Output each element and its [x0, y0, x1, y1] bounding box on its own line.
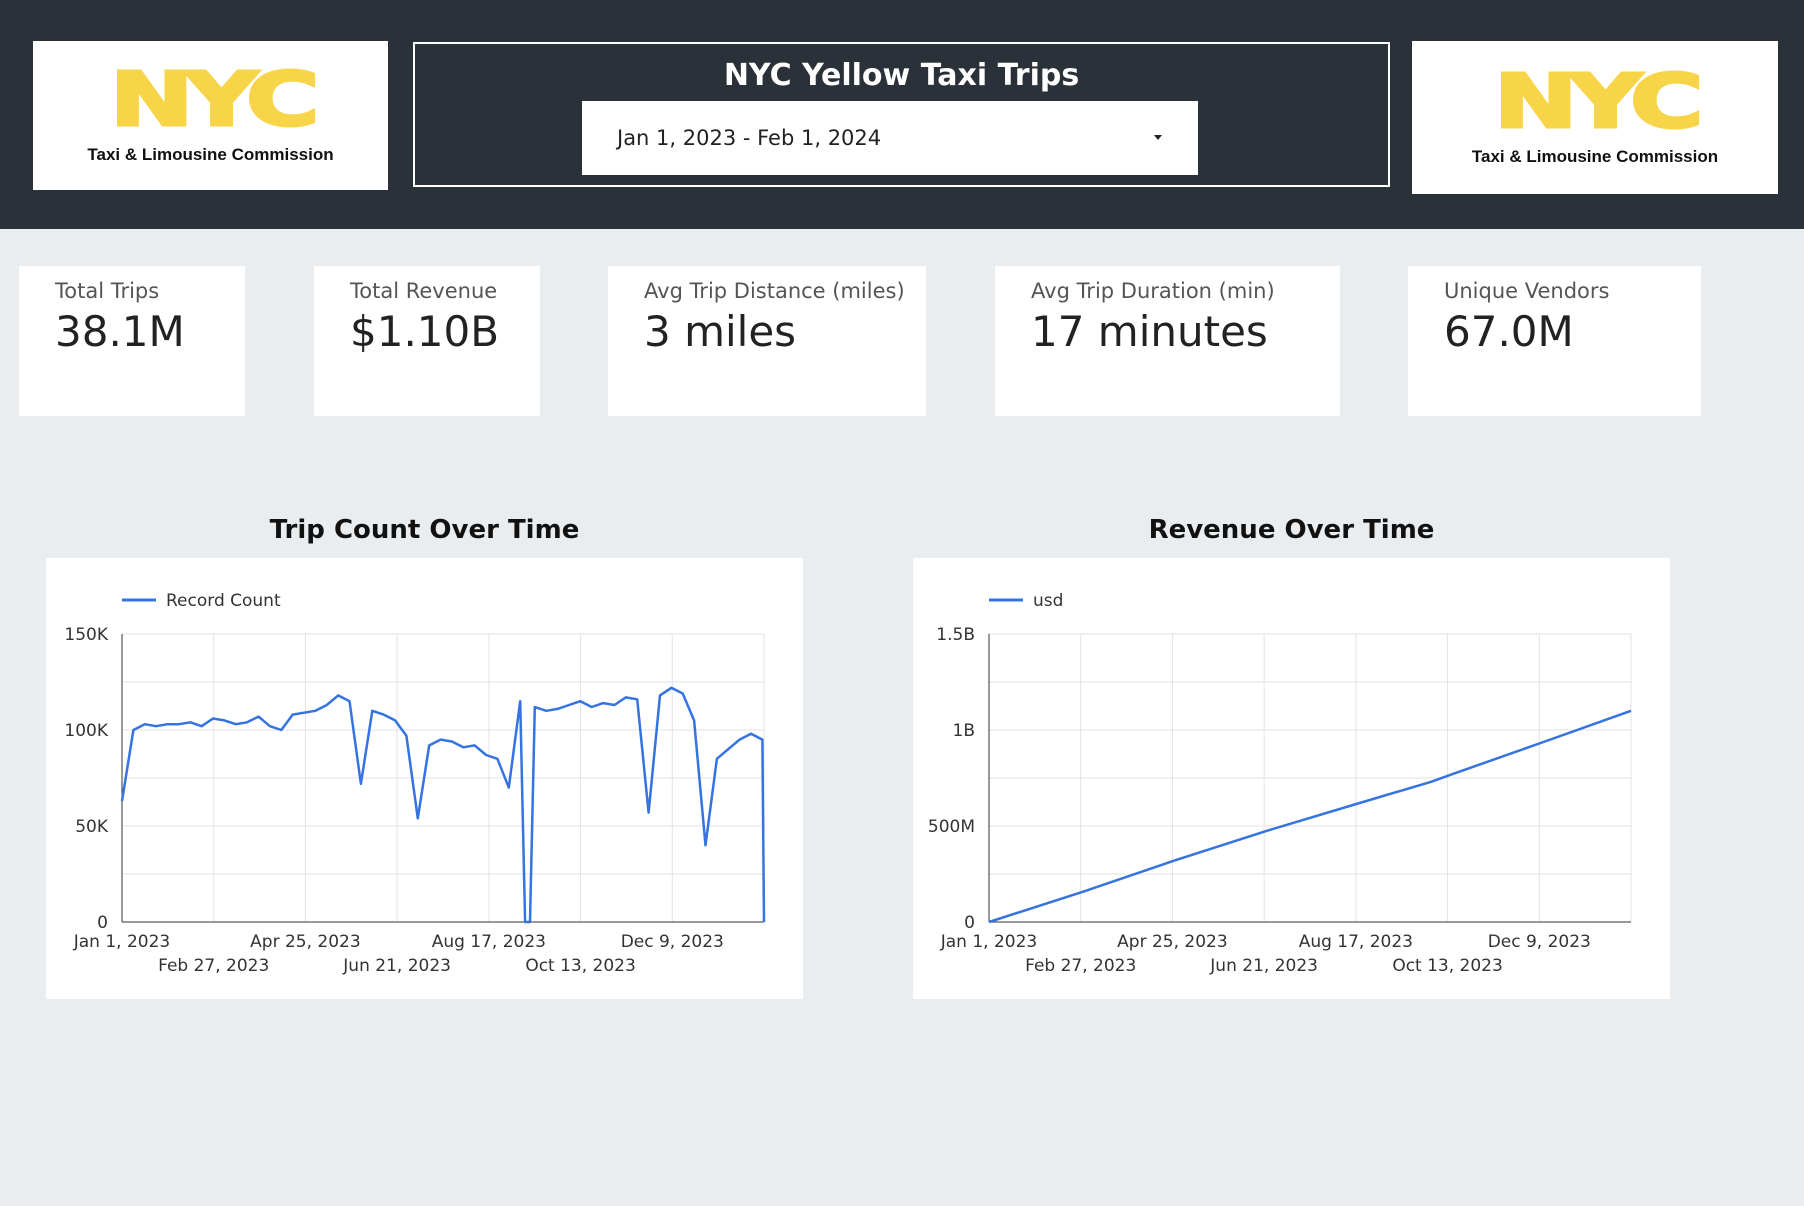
- y-tick-label: 100K: [64, 721, 108, 741]
- kpi-card-avg-trip-duration: Avg Trip Duration (min) 17 minutes: [995, 266, 1340, 416]
- revenue-chart-svg: 0 500M 1B 1.5B Jan 1, 2023 Apr 25, 2023 Aug 17…: [928, 591, 1632, 976]
- y-tick-label: 1.5B: [936, 625, 975, 645]
- tlc-logo-subtitle: Taxi & Limousine Commission: [87, 144, 334, 164]
- kpi-value: 38.1M: [55, 307, 185, 356]
- revenue-chart: 0 500M 1B 1.5B Jan 1, 2023 Apr 25, 2023 Aug 17…: [913, 558, 1670, 999]
- x-tick-label: Feb 27, 2023: [158, 956, 269, 976]
- x-tick-label: Jan 1, 2023: [73, 932, 171, 952]
- x-tick-label: Feb 27, 2023: [1025, 956, 1136, 976]
- date-range-value: Jan 1, 2023 - Feb 1, 2024: [617, 126, 882, 150]
- y-tick-label: 50K: [75, 817, 109, 837]
- x-tick-label: Jun 21, 2023: [342, 956, 451, 976]
- kpi-label: Unique Vendors: [1444, 279, 1610, 303]
- kpi-value: 17 minutes: [1031, 307, 1268, 356]
- y-tick-label: 0: [964, 913, 975, 933]
- series-line: [120, 686, 766, 924]
- x-tick-label: Dec 9, 2023: [1488, 932, 1591, 952]
- x-tick-label: Oct 13, 2023: [1392, 956, 1503, 976]
- legend-label: Record Count: [166, 591, 281, 611]
- x-tick-label: Aug 17, 2023: [432, 932, 546, 952]
- x-tick-label: Oct 13, 2023: [525, 956, 636, 976]
- dashboard-header: NYC Taxi & Limousine Commission NYC Yell…: [0, 0, 1804, 229]
- kpi-value: 3 miles: [644, 307, 797, 356]
- x-tick-label: Jun 21, 2023: [1209, 956, 1318, 976]
- kpi-label: Total Revenue: [350, 279, 498, 303]
- y-tick-label: 0: [97, 913, 108, 933]
- x-tick-label: Aug 17, 2023: [1299, 932, 1413, 952]
- date-range-dropdown[interactable]: Jan 1, 2023 - Feb 1, 2024: [582, 101, 1198, 175]
- x-tick-label: Apr 25, 2023: [250, 932, 361, 952]
- trip-count-chart: 0 50K 100K 150K Jan 1, 2023 Apr 25, 2023 Aug 1…: [46, 558, 803, 999]
- page-title: NYC Yellow Taxi Trips: [723, 58, 1080, 93]
- kpi-label: Avg Trip Duration (min): [1031, 279, 1275, 303]
- nyc-logo-mark: NYC: [1492, 58, 1706, 145]
- trip-count-chart-svg: 0 50K 100K 150K Jan 1, 2023 Apr 25, 2023 Aug 1…: [64, 591, 766, 976]
- series-line: [988, 709, 1632, 924]
- title-panel: NYC Yellow Taxi Trips Jan 1, 2023 - Feb …: [413, 42, 1390, 187]
- trip-count-chart-title: Trip Count Over Time: [269, 515, 580, 545]
- tlc-logo-subtitle: Taxi & Limousine Commission: [1471, 146, 1719, 166]
- y-tick-label: 1B: [953, 721, 975, 741]
- kpi-label: Avg Trip Distance (miles): [644, 279, 905, 303]
- y-tick-label: 150K: [64, 625, 108, 645]
- kpi-value: $1.10B: [350, 307, 500, 356]
- kpi-card-total-trips: Total Trips 38.1M: [19, 266, 245, 416]
- revenue-chart-title: Revenue Over Time: [1148, 515, 1435, 545]
- tlc-logo-right: NYC Taxi & Limousine Commission: [1412, 41, 1778, 194]
- kpi-card-unique-vendors: Unique Vendors 67.0M: [1408, 266, 1701, 416]
- x-tick-label: Jan 1, 2023: [940, 932, 1038, 952]
- kpi-label: Total Trips: [55, 279, 160, 303]
- nyc-logo-mark: NYC: [108, 56, 322, 143]
- caret-down-icon: [1154, 135, 1162, 140]
- y-tick-label: 500M: [928, 817, 975, 837]
- legend-label: usd: [1033, 591, 1063, 611]
- kpi-card-total-revenue: Total Revenue $1.10B: [314, 266, 540, 416]
- x-tick-label: Apr 25, 2023: [1117, 932, 1228, 952]
- kpi-value: 67.0M: [1444, 307, 1574, 356]
- tlc-logo-left: NYC Taxi & Limousine Commission: [33, 41, 388, 190]
- x-tick-label: Dec 9, 2023: [621, 932, 724, 952]
- kpi-card-avg-trip-distance: Avg Trip Distance (miles) 3 miles: [608, 266, 926, 416]
